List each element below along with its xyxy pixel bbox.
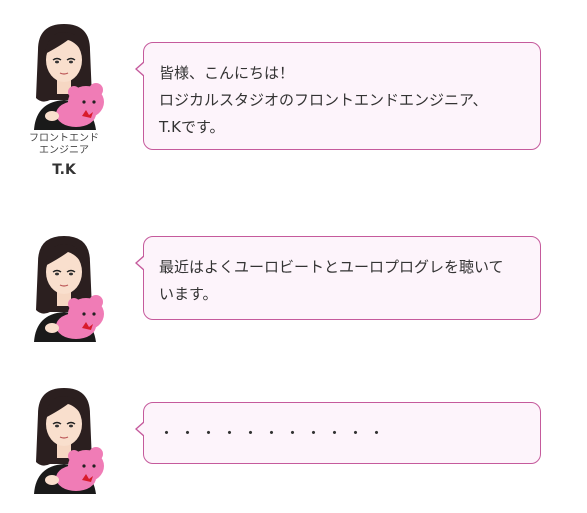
speech-bubble-2: 最近はよくユーロビートとユーロプログレを聴いて います。 xyxy=(135,236,541,320)
message-1-line-2: ロジカルスタジオのフロントエンドエンジニア、 xyxy=(159,91,488,109)
avatar-with-pink-bear-icon xyxy=(24,384,104,494)
speech-bubble-3: ・・・・・・・・・・・ xyxy=(135,402,541,464)
speaker-role-line1: フロントエンド xyxy=(29,133,99,144)
message-3-line-1: ・・・・・・・・・・・ xyxy=(159,424,391,442)
message-2-line-2: います。 xyxy=(159,285,218,303)
speaker-block xyxy=(22,384,126,494)
speech-bubble-1: 皆様、こんにちは！ ロジカルスタジオのフロントエンドエンジニア、 T.Kです。 xyxy=(135,42,541,150)
speaker-role-line2: エンジニア xyxy=(39,145,89,156)
speaker-block: フロントエンド エンジニア T.K xyxy=(22,20,126,178)
message-2-line-1: 最近はよくユーロビートとユーロプログレを聴いて xyxy=(159,258,504,276)
speaker-block xyxy=(22,232,126,342)
speaker-role: フロントエンド エンジニア xyxy=(14,133,114,157)
message-1-line-1: 皆様、こんにちは！ xyxy=(159,64,295,82)
avatar-with-pink-bear-icon xyxy=(24,20,104,130)
speaker-name: T.K xyxy=(52,162,76,178)
avatar-with-pink-bear-icon xyxy=(24,232,104,342)
message-1-line-3: T.Kです。 xyxy=(159,118,225,136)
